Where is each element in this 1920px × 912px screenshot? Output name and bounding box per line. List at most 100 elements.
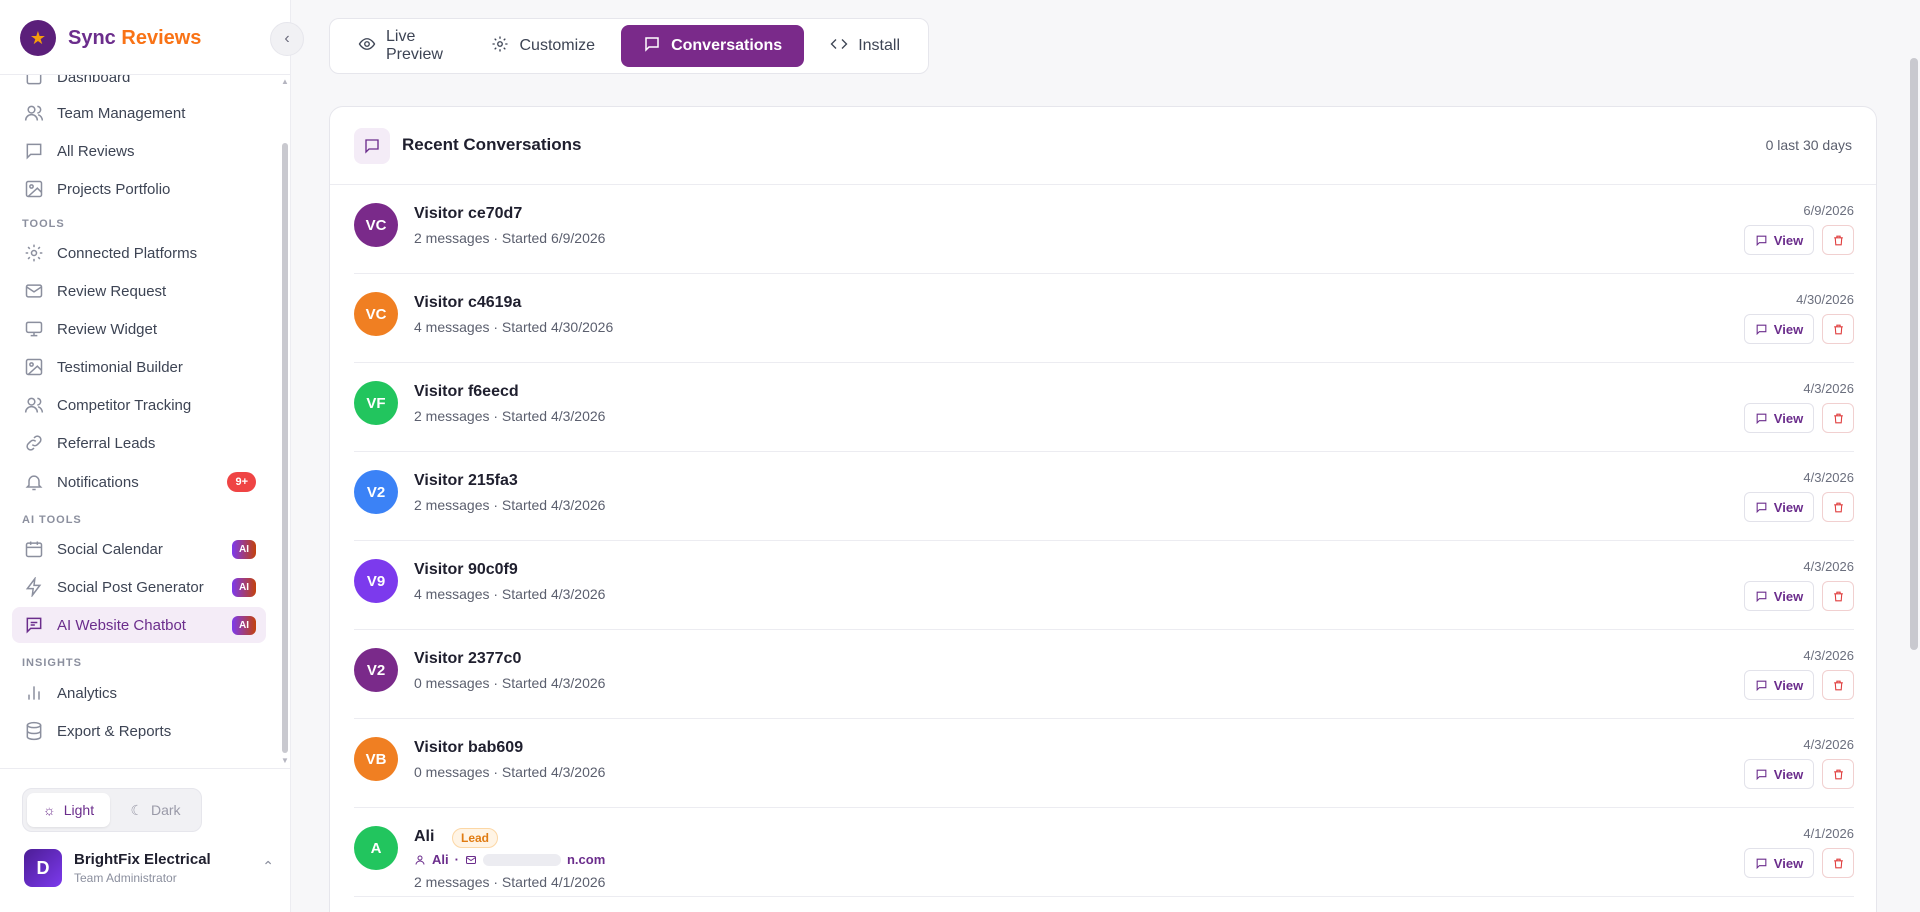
theme-dark-button[interactable]: ☾ Dark [114,793,197,827]
conversation-date: 6/9/2026 [1803,203,1854,218]
view-button[interactable]: View [1744,670,1814,700]
sidebar-item-export-reports[interactable]: Export & Reports [12,713,266,749]
account-logo: D [24,849,62,887]
view-button[interactable]: View [1744,581,1814,611]
users-icon [24,395,44,415]
sidebar-item-notifications[interactable]: Notifications 9+ [12,464,266,500]
notifications-count-badge: 9+ [227,472,256,492]
tab-customize[interactable]: Customize [469,25,617,67]
scroll-up-arrow-icon[interactable]: ▲ [281,77,289,86]
message-square-icon [1756,324,1767,335]
sidebar-item-social-calendar[interactable]: Social Calendar AI [12,531,266,567]
avatar: VF [354,381,398,425]
sidebar-item-connected-platforms[interactable]: Connected Platforms [12,235,266,271]
message-square-icon [1756,235,1767,246]
message-square-icon [1756,502,1767,513]
theme-toggle: ☼ Light ☾ Dark [22,788,202,832]
sidebar-item-referral-leads[interactable]: Referral Leads [12,425,266,461]
conversation-name: Visitor bab609 [414,739,524,756]
sidebar-item-projects-portfolio[interactable]: Projects Portfolio [12,171,266,207]
image-icon [24,357,44,377]
sidebar-item-analytics[interactable]: Analytics [12,675,266,711]
sidebar-scroll-thumb[interactable] [282,143,288,753]
conversation-date: 4/3/2026 [1803,648,1854,663]
conversation-name: Visitor 215fa3 [414,472,518,489]
conversation-row[interactable]: V2 Visitor 215fa3 2 messages · Started 4… [354,452,1854,541]
conversation-row[interactable]: V2 Visitor 2377c0 0 messages · Started 4… [354,630,1854,719]
bar-chart-icon [24,683,44,703]
main-scrollbar[interactable] [1910,58,1918,650]
delete-button[interactable] [1822,848,1854,878]
sidebar-item-ai-website-chatbot[interactable]: AI Website Chatbot AI [12,607,266,643]
conversation-row[interactable]: V9 Visitor 90c0f9 4 messages · Started 4… [354,541,1854,630]
calendar-icon [24,539,44,559]
message-square-icon [1756,413,1767,424]
brand[interactable]: ★ Sync Reviews [20,20,201,56]
delete-button[interactable] [1822,403,1854,433]
delete-button[interactable] [1822,225,1854,255]
view-button[interactable]: View [1744,314,1814,344]
view-button[interactable]: View [1744,848,1814,878]
trash-icon [1833,680,1843,690]
conversations-panel: Recent Conversations 0 last 30 days VC V… [329,106,1877,912]
conversation-row[interactable]: VC Visitor ce70d7 2 messages · Started 6… [354,185,1854,274]
delete-button[interactable] [1822,670,1854,700]
message-square-icon [24,141,44,161]
theme-light-button[interactable]: ☼ Light [27,793,110,827]
sidebar-footer-divider [0,768,290,769]
sidebar-item-review-request[interactable]: Review Request [12,273,266,309]
brand-star-icon: ★ [20,20,56,56]
trash-icon [1833,769,1843,779]
user-icon [415,855,425,865]
conversation-row[interactable]: VF Visitor f6eecd 2 messages · Started 4… [354,363,1854,452]
sidebar-item-dashboard[interactable]: Dashboard [12,75,266,95]
sidebar-item-testimonial-builder[interactable]: Testimonial Builder [12,349,266,385]
avatar: A [354,826,398,870]
conversation-date: 4/3/2026 [1803,559,1854,574]
account-switcher[interactable]: D BrightFix Electrical Team Administrato… [24,848,274,888]
sidebar-item-team-management[interactable]: Team Management [12,95,266,131]
sidebar-scrollbar[interactable]: ▲ ▼ [281,75,289,765]
database-icon [24,721,44,741]
sidebar-collapse-button[interactable]: ‹ [270,22,304,56]
delete-button[interactable] [1822,314,1854,344]
trash-icon [1833,324,1843,334]
conversation-date: 4/30/2026 [1796,292,1854,307]
view-button[interactable]: View [1744,492,1814,522]
tab-install[interactable]: Install [808,25,922,67]
section-label-ai-tools: AI TOOLS [22,514,82,526]
scroll-down-arrow-icon[interactable]: ▼ [281,756,289,765]
eye-icon [358,35,376,58]
delete-button[interactable] [1822,492,1854,522]
account-role: Team Administrator [74,871,177,885]
delete-button[interactable] [1822,581,1854,611]
conversation-row[interactable]: A Ali Lead Ali · n.com 2 messages · Star… [354,808,1854,897]
conversation-row[interactable]: VB Visitor bab609 0 messages · Started 4… [354,719,1854,808]
section-label-insights: INSIGHTS [22,657,82,669]
tab-live-preview[interactable]: Live Preview [336,25,465,67]
avatar: V9 [354,559,398,603]
sidebar-item-all-reviews[interactable]: All Reviews [12,133,266,169]
conversation-row[interactable]: VC Visitor c4619a 4 messages · Started 4… [354,274,1854,363]
conversation-name: Visitor f6eecd [414,383,519,400]
conversation-summary: 2 messages · Started 6/9/2026 [414,230,606,246]
tab-conversations[interactable]: Conversations [621,25,805,67]
sidebar-item-review-widget[interactable]: Review Widget [12,311,266,347]
sidebar-item-competitor-tracking[interactable]: Competitor Tracking [12,387,266,423]
sidebar-item-social-post-generator[interactable]: Social Post Generator AI [12,569,266,605]
view-button[interactable]: View [1744,403,1814,433]
conversation-name: Visitor 2377c0 [414,650,522,667]
view-button[interactable]: View [1744,759,1814,789]
delete-button[interactable] [1822,759,1854,789]
message-square-icon [1756,591,1767,602]
code-icon [830,35,848,58]
view-button[interactable]: View [1744,225,1814,255]
conversation-date: 4/3/2026 [1803,381,1854,396]
bell-icon [24,472,44,492]
section-label-tools: TOOLS [22,218,65,230]
message-square-icon [1756,680,1767,691]
lead-contact-details: Ali · n.com [414,852,605,867]
lead-badge: Lead [452,828,499,848]
ai-badge: AI [232,616,256,635]
message-square-icon [643,35,661,58]
